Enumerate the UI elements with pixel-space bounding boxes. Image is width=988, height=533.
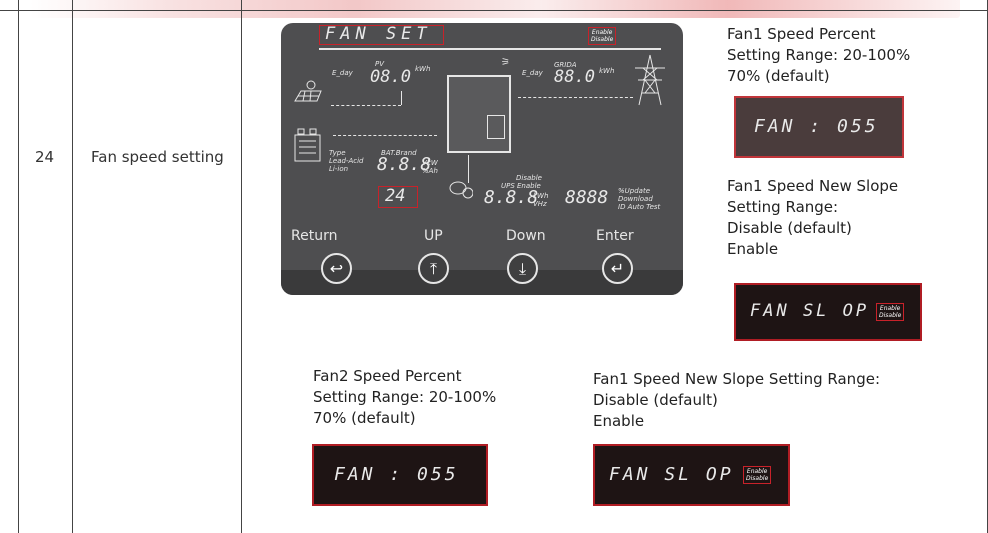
pv-unit: kWh xyxy=(415,65,431,73)
fan1-slope-note-bottom: Fan1 Speed New Slope Setting Range: Disa… xyxy=(593,370,880,430)
return-button-label: Return xyxy=(291,228,338,244)
grid-flow-line xyxy=(518,97,633,98)
battery-type-line-2: Lead-Acid xyxy=(329,157,364,165)
fan1-slope-display-right: FAN SL OP Enable Disable xyxy=(734,283,922,341)
inverter-icon xyxy=(447,75,511,153)
ups-disable-label: Disable xyxy=(516,174,542,182)
return-icon: ↩ xyxy=(329,259,344,278)
fan2-percent-display-text: FAN : 055 xyxy=(334,464,459,485)
right-digits-label-1: %Update xyxy=(618,187,651,195)
grid-eday-label: E_day xyxy=(522,69,543,77)
table-col-divider-1 xyxy=(72,0,73,533)
right-digits-value: 8888 xyxy=(565,187,609,208)
badge-disable-text: Disable xyxy=(591,36,614,43)
battery-unit-1: VkW xyxy=(422,159,438,167)
ups-unit-1: kWh xyxy=(533,192,549,200)
badge-disable-text: Disable xyxy=(879,312,902,319)
grid-value: 88.0 xyxy=(554,67,595,87)
fan1-slope-right-badge: Enable Disable xyxy=(876,303,905,321)
badge-enable-text: Enable xyxy=(746,468,768,475)
battery-icon xyxy=(294,128,322,162)
badge-enable-text: Enable xyxy=(879,305,901,312)
return-button[interactable]: ↩ xyxy=(321,253,352,284)
power-tower-icon xyxy=(625,53,675,108)
pv-value: 08.0 xyxy=(370,67,411,87)
grid-unit: kWh xyxy=(599,67,615,75)
table-col-divider-2 xyxy=(241,0,242,533)
solar-panel-icon xyxy=(293,79,323,104)
watermark-band xyxy=(30,0,960,18)
fan1-slope-display-right-text: FAN SL OP xyxy=(750,301,870,321)
panel-title-display: FAN SET xyxy=(325,24,432,44)
wifi-icon: ⚞ xyxy=(501,57,510,68)
fan1-slope-display-bottom: FAN SL OP Enable Disable xyxy=(593,444,790,506)
fan1-slope-note-right: Fan1 Speed New Slope Setting Range: Disa… xyxy=(727,177,899,258)
fan2-percent-note: Fan2 Speed Percent Setting Range: 20-100… xyxy=(313,367,497,427)
ups-icon xyxy=(449,181,474,199)
battery-flow-line xyxy=(333,135,437,136)
right-digits-label-3: ID Auto Test xyxy=(618,203,661,211)
down-arrow-icon: ⤓ xyxy=(518,259,527,278)
panel-title-badge: Enable Disable xyxy=(588,27,617,45)
fan1-percent-display: FAN : 055 xyxy=(734,96,904,158)
table-top-border xyxy=(0,10,988,11)
up-button[interactable]: ⤒ xyxy=(418,253,449,284)
battery-type-line-1: Type xyxy=(329,149,346,157)
inverter-down-line xyxy=(468,155,469,183)
fan1-percent-display-text: FAN : 055 xyxy=(754,116,879,137)
down-button-label: Down xyxy=(506,228,546,244)
fan1-slope-bottom-badge: Enable Disable xyxy=(743,466,772,484)
enter-icon: ↵ xyxy=(610,259,625,278)
up-button-label: UP xyxy=(424,228,443,244)
fan2-percent-display: FAN : 055 xyxy=(312,444,488,506)
code-value: 24 xyxy=(385,186,406,206)
row-number: 24 xyxy=(35,148,55,166)
ups-value: 8.8.8 xyxy=(484,187,539,208)
up-arrow-icon: ⤒ xyxy=(429,259,438,278)
panel-title-underline xyxy=(319,48,661,50)
pv-flow-vertical xyxy=(401,91,402,105)
fan1-slope-display-bottom-text: FAN SL OP xyxy=(609,464,734,485)
ups-unit-2: VHz xyxy=(533,200,547,208)
battery-unit-2: %Ah xyxy=(422,167,438,175)
battery-type-line-3: Li-ion xyxy=(329,165,349,173)
badge-disable-text: Disable xyxy=(746,475,769,482)
fan1-percent-note: Fan1 Speed Percent Setting Range: 20-100… xyxy=(727,25,911,85)
enter-button-label: Enter xyxy=(596,228,634,244)
lcd-control-panel: FAN SET Enable Disable E_day PV 08.0 kWh… xyxy=(281,23,683,295)
table-left-border xyxy=(18,0,19,533)
right-digits-label-2: Download xyxy=(618,195,653,203)
enter-button[interactable]: ↵ xyxy=(602,253,633,284)
row-title: Fan speed setting xyxy=(91,148,224,166)
badge-enable-text: Enable xyxy=(591,29,613,36)
pv-flow-line xyxy=(331,105,401,106)
pv-eday-label: E_day xyxy=(332,69,353,77)
down-button[interactable]: ⤓ xyxy=(507,253,538,284)
